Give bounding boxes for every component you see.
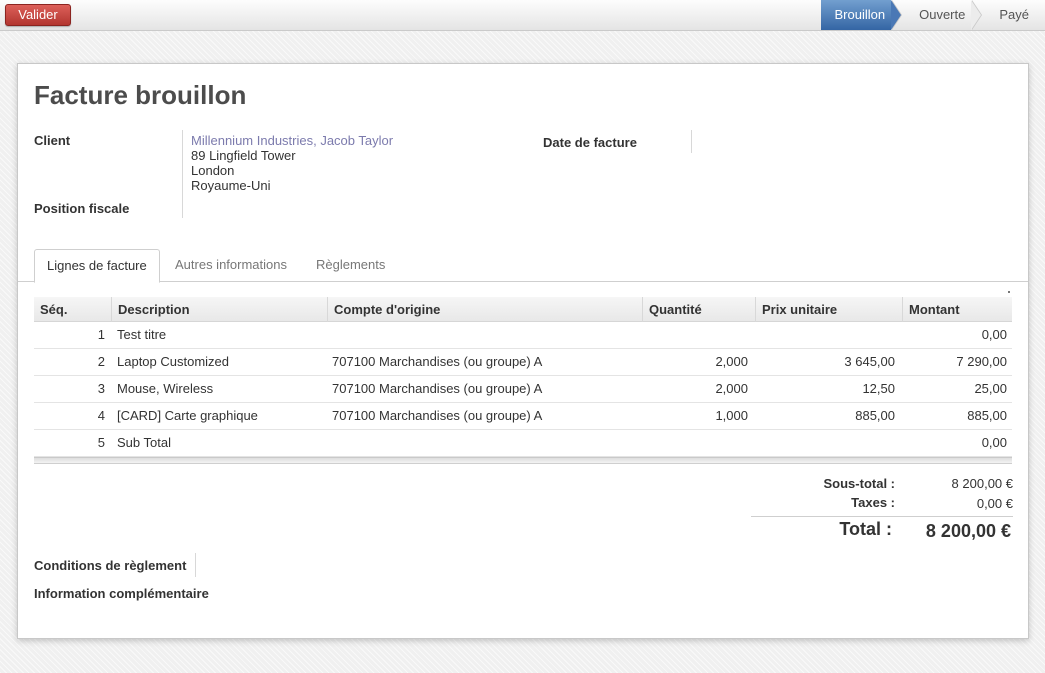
tab-other-info[interactable]: Autres informations <box>163 249 299 282</box>
client-label: Client <box>34 133 71 148</box>
cell-amount: 25,00 <box>974 381 1007 396</box>
cell-account: 707100 Marchandises (ou groupe) A <box>332 381 543 396</box>
cell-description: Test titre <box>117 327 167 342</box>
cell-account: 707100 Marchandises (ou groupe) A <box>332 408 543 423</box>
field-divider <box>195 553 196 577</box>
stage-arrow <box>891 0 902 30</box>
stage-draft[interactable]: Brouillon <box>820 0 903 30</box>
table-row[interactable]: 2 Laptop Customized 707100 Marchandises … <box>34 349 1012 376</box>
column-header-amount[interactable]: Montant <box>902 297 1012 322</box>
invoice-lines-table: Séq. Description Compte d'origine Quanti… <box>34 297 1012 464</box>
stage-pipeline: Brouillon Ouverte Payé <box>820 0 1045 30</box>
statusbar: Valider Brouillon Ouverte Payé <box>0 0 1045 31</box>
cell-seq: 1 <box>97 327 105 342</box>
notebook-tabs: Lignes de facture Autres informations Rè… <box>18 249 1028 283</box>
client-link[interactable]: Millennium Industries, Jacob Taylor <box>191 133 393 148</box>
additional-info-label: Information complémentaire <box>34 586 209 601</box>
fiscal-position-label: Position fiscale <box>34 201 130 216</box>
column-header-seq[interactable]: Séq. <box>34 297 111 322</box>
cell-unit-price <box>755 322 895 348</box>
totals-divider <box>751 516 1013 517</box>
taxes-value: 0,00 € <box>976 496 1013 511</box>
invoice-date-label: Date de facture <box>543 135 637 150</box>
cell-description: Sub Total <box>117 435 171 450</box>
field-divider <box>691 130 692 153</box>
cell-seq: 2 <box>97 354 105 369</box>
stage-paid[interactable]: Payé <box>971 0 1045 30</box>
table-header: Séq. Description Compte d'origine Quanti… <box>34 297 1012 322</box>
cell-unit-price: 12,50 <box>862 381 895 396</box>
tab-invoice-lines[interactable]: Lignes de facture <box>34 249 160 283</box>
table-row[interactable]: 1 Test titre 0,00 <box>34 322 1012 349</box>
column-header-description[interactable]: Description <box>111 297 327 322</box>
page-title: Facture brouillon <box>34 80 247 110</box>
cell-seq: 5 <box>97 435 105 450</box>
client-field: Millennium Industries, Jacob Taylor 89 L… <box>191 133 393 193</box>
cell-quantity: 2,000 <box>715 381 748 396</box>
table-footer <box>34 457 1012 464</box>
cell-unit-price: 3 645,00 <box>844 354 895 369</box>
cell-seq: 4 <box>97 408 105 423</box>
cell-description: Mouse, Wireless <box>117 381 214 396</box>
cell-amount: 0,00 <box>981 435 1007 450</box>
client-address-line: 89 Lingfield Tower <box>191 148 296 163</box>
field-divider <box>182 130 183 218</box>
table-row[interactable]: 3 Mouse, Wireless 707100 Marchandises (o… <box>34 376 1012 403</box>
stage-paid-label: Payé <box>999 7 1029 22</box>
table-row[interactable]: 4 [CARD] Carte graphique 707100 Marchand… <box>34 403 1012 430</box>
cell-description: Laptop Customized <box>117 354 230 369</box>
resize-dot-icon <box>1008 291 1010 293</box>
taxes-label: Taxes : <box>851 495 895 510</box>
cell-account <box>332 430 640 456</box>
subtotal-label: Sous-total : <box>823 476 896 491</box>
cell-quantity: 2,000 <box>715 354 748 369</box>
cell-seq: 3 <box>97 381 105 396</box>
tab-payments[interactable]: Règlements <box>304 249 397 282</box>
stage-open[interactable]: Ouverte <box>891 0 983 30</box>
column-header-quantity[interactable]: Quantité <box>642 297 755 322</box>
column-header-unit-price[interactable]: Prix unitaire <box>755 297 902 322</box>
payment-terms-label: Conditions de règlement <box>34 558 187 573</box>
cell-description: [CARD] Carte graphique <box>117 408 258 423</box>
cell-account <box>332 322 640 348</box>
invoice-sheet: Facture brouillon Client Millennium Indu… <box>17 63 1029 639</box>
client-address-line: London <box>191 163 235 178</box>
cell-quantity <box>642 322 748 348</box>
stage-arrow <box>971 0 982 30</box>
cell-amount: 885,00 <box>967 408 1007 423</box>
cell-unit-price <box>755 430 895 456</box>
table-row[interactable]: 5 Sub Total 0,00 <box>34 430 1012 457</box>
cell-account: 707100 Marchandises (ou groupe) A <box>332 354 543 369</box>
stage-open-label: Ouverte <box>919 7 966 22</box>
cell-quantity: 1,000 <box>715 408 748 423</box>
validate-button[interactable]: Valider <box>5 4 71 26</box>
cell-amount: 0,00 <box>981 327 1007 342</box>
stage-draft-label: Brouillon <box>834 7 886 22</box>
total-label: Total : <box>839 519 892 539</box>
client-address-line: Royaume-Uni <box>191 178 271 193</box>
cell-unit-price: 885,00 <box>855 408 895 423</box>
cell-quantity <box>642 430 748 456</box>
total-value: 8 200,00 € <box>925 521 1011 541</box>
column-header-account[interactable]: Compte d'origine <box>327 297 642 322</box>
subtotal-value: 8 200,00 € <box>951 476 1013 491</box>
cell-amount: 7 290,00 <box>956 354 1007 369</box>
